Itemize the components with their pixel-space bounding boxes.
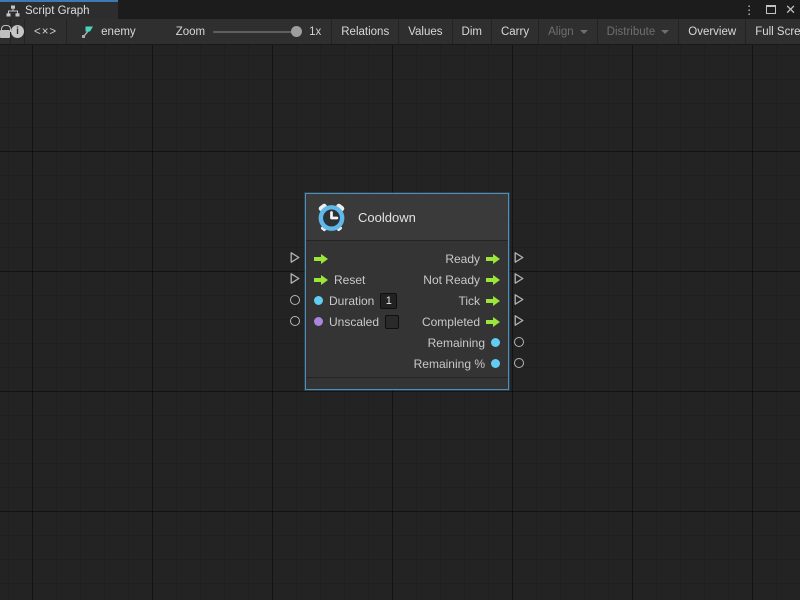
align-button[interactable]: Align (538, 19, 597, 44)
cooldown-node[interactable]: Cooldown Ready Reset (305, 193, 509, 390)
flow-stub-icon[interactable] (514, 315, 524, 326)
graph-toolbar: <×> enemy Zoom 1x Relations Values Dim C… (0, 19, 800, 45)
port-completed[interactable]: Completed (422, 315, 508, 329)
port-flow-in[interactable] (306, 254, 328, 264)
flow-arrow-icon (486, 275, 500, 285)
dim-button[interactable]: Dim (452, 19, 491, 44)
port-row: Ready (306, 248, 508, 269)
alarm-clock-icon (316, 202, 347, 233)
flow-stub-icon[interactable] (290, 273, 300, 284)
flow-stub-icon[interactable] (514, 294, 524, 305)
graph-asset-icon (81, 25, 95, 39)
maximize-icon[interactable] (766, 5, 776, 14)
graph-name-label: enemy (101, 26, 136, 38)
script-graph-window: Script Graph ⋮ ✕ <×> enemy Zoom 1x Relat… (0, 0, 800, 600)
port-tick[interactable]: Tick (458, 294, 508, 308)
unscaled-checkbox[interactable] (385, 315, 399, 329)
port-reset[interactable]: Reset (306, 273, 365, 287)
tab-bar: Script Graph ⋮ ✕ (0, 0, 800, 19)
value-stub-icon[interactable] (514, 358, 524, 368)
lock-icon (0, 30, 10, 38)
flow-arrow-icon (486, 296, 500, 306)
value-stub-icon[interactable] (290, 316, 300, 326)
port-ready[interactable]: Ready (445, 252, 508, 266)
value-stub-icon[interactable] (514, 337, 524, 347)
value-stub-icon[interactable] (290, 295, 300, 305)
port-row: Unscaled Completed (306, 311, 508, 332)
distribute-button[interactable]: Distribute (597, 19, 679, 44)
port-row: Reset Not Ready (306, 269, 508, 290)
fullscreen-button[interactable]: Full Screen (745, 19, 800, 44)
port-row: Remaining % (306, 353, 508, 374)
node-header[interactable]: Cooldown (306, 194, 508, 240)
flow-stub-icon[interactable] (514, 273, 524, 284)
zoom-value: 1x (309, 26, 321, 38)
port-unscaled[interactable]: Unscaled (306, 315, 399, 329)
flow-arrow-icon (314, 275, 328, 285)
zoom-label: Zoom (176, 26, 205, 38)
chevron-down-icon (661, 30, 669, 34)
node-footer (306, 378, 508, 389)
zoom-slider-handle[interactable] (291, 26, 302, 37)
flow-arrow-icon (314, 254, 328, 264)
tab-title: Script Graph (25, 5, 90, 17)
relations-button[interactable]: Relations (331, 19, 398, 44)
window-menu-icon[interactable]: ⋮ (741, 4, 757, 16)
chevron-down-icon (580, 30, 588, 34)
zoom-control: Zoom 1x (146, 19, 332, 44)
carry-button[interactable]: Carry (491, 19, 538, 44)
port-not-ready[interactable]: Not Ready (423, 273, 508, 287)
port-remaining[interactable]: Remaining (428, 336, 508, 350)
tab-script-graph[interactable]: Script Graph (0, 0, 118, 19)
graph-reference[interactable]: enemy (67, 19, 146, 44)
zoom-slider[interactable] (213, 31, 301, 33)
graph-hierarchy-icon (6, 5, 20, 17)
node-title: Cooldown (358, 210, 416, 225)
bool-port-icon (314, 317, 323, 326)
info-icon (11, 25, 24, 38)
graph-canvas[interactable]: Cooldown Ready Reset (0, 45, 800, 600)
port-remaining-pct[interactable]: Remaining % (414, 357, 508, 371)
info-button[interactable] (11, 19, 25, 44)
flow-arrow-icon (486, 317, 500, 327)
port-duration[interactable]: Duration 1 (306, 293, 397, 309)
lock-button[interactable] (0, 19, 11, 44)
port-row: Remaining (306, 332, 508, 353)
port-row: Duration 1 Tick (306, 290, 508, 311)
value-port-icon (491, 359, 500, 368)
value-port-icon (491, 338, 500, 347)
flow-arrow-icon (486, 254, 500, 264)
values-button[interactable]: Values (398, 19, 451, 44)
value-port-icon (314, 296, 323, 305)
flow-stub-icon[interactable] (290, 252, 300, 263)
close-icon[interactable]: ✕ (785, 3, 796, 16)
overview-button[interactable]: Overview (678, 19, 745, 44)
flow-stub-icon[interactable] (514, 252, 524, 263)
duration-input[interactable]: 1 (380, 293, 397, 309)
inspect-code-button[interactable]: <×> (25, 19, 67, 44)
